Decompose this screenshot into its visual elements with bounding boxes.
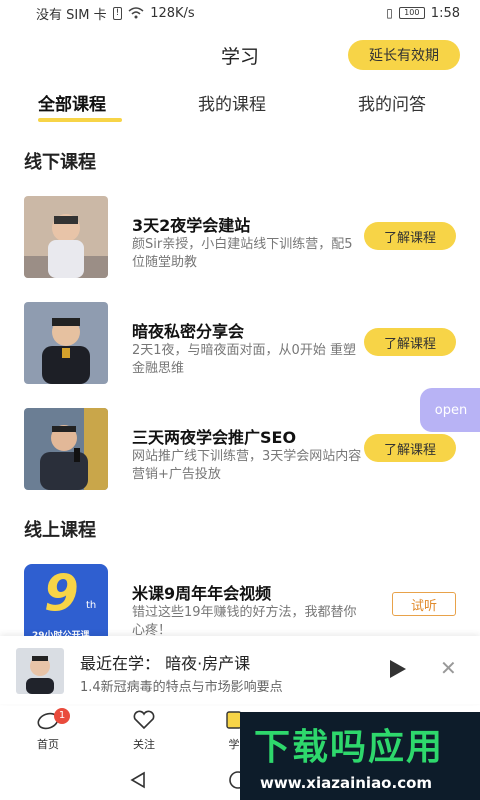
course-title: 米课9周年年会视频 (132, 584, 272, 603)
network-speed: 128K/s (150, 5, 195, 21)
thumb-superscript: th (86, 600, 97, 611)
trial-listen-button[interactable]: 试听 (392, 592, 456, 616)
nav-item-home[interactable]: 1 首页 (18, 708, 78, 752)
status-bar: 没有 SIM 卡 ! 128K/s ▯ 100 1:58 (0, 0, 480, 26)
heart-icon (133, 710, 155, 730)
course-title: 暗夜私密分享会 (132, 322, 245, 341)
learning-page: { "status_bar": { "carrier": "没有 SIM 卡",… (0, 0, 480, 800)
learn-more-button[interactable]: 了解课程 (364, 434, 456, 462)
carrier-label: 没有 SIM 卡 (36, 7, 107, 23)
course-thumbnail: 9 th 29小时公开课 (24, 564, 108, 646)
course-item[interactable]: 3天2夜学会建站 颜Sir亲授，小白建站线下训练营，配5位随堂助教 了解课程 (24, 196, 464, 280)
watermark-url: www.xiazainiao.com (260, 774, 433, 792)
back-icon[interactable] (128, 770, 148, 790)
course-title: 三天两夜学会推广SEO (132, 428, 297, 447)
course-thumbnail (24, 302, 108, 384)
header: 学习 延长有效期 (0, 36, 480, 76)
recent-course-title: 最近在学： 暗夜·房产课 (80, 654, 251, 673)
tab-active-indicator (38, 118, 122, 122)
open-button[interactable]: open (420, 388, 480, 432)
sim-icon: ! (112, 6, 123, 20)
course-description: 2天1夜，与暗夜面对面，从0开始 重塑金融思维 (132, 343, 356, 376)
course-thumbnail (24, 196, 108, 278)
course-thumbnail (24, 408, 108, 490)
play-icon[interactable] (390, 660, 406, 678)
tab-my-qa[interactable]: 我的问答 (358, 90, 426, 115)
clock: 1:58 (430, 5, 460, 21)
course-item[interactable]: 暗夜私密分享会 2天1夜，与暗夜面对面，从0开始 重塑金融思维 了解课程 (24, 302, 464, 386)
wifi-icon (128, 7, 144, 19)
course-item[interactable]: 三天两夜学会推广SEO 网站推广线下训练营，3天学会网站内容营销+广告投放 了解… (24, 408, 464, 492)
battery-icon: 100 (398, 7, 425, 19)
learn-more-button[interactable]: 了解课程 (364, 222, 456, 250)
watermark: 下载吗应用 www.xiazainiao.com (240, 712, 480, 800)
recent-learning-bar[interactable]: 最近在学： 暗夜·房产课 1.4新冠病毒的特点与市场影响要点 ✕ (0, 636, 480, 704)
course-title: 3天2夜学会建站 (132, 216, 251, 235)
vibrate-icon: ▯ (386, 6, 393, 20)
recent-lesson-title: 1.4新冠病毒的特点与市场影响要点 (80, 680, 283, 695)
nav-item-follow[interactable]: 关注 (114, 710, 174, 752)
tab-my-courses[interactable]: 我的课程 (198, 90, 266, 115)
tab-all-courses[interactable]: 全部课程 (38, 90, 106, 115)
course-description: 错过这些19年赚钱的好方法，我都替你心疼！ (132, 605, 357, 638)
recent-course-avatar (16, 648, 64, 694)
nav-label: 首页 (37, 738, 59, 751)
learn-more-button[interactable]: 了解课程 (364, 328, 456, 356)
course-description: 颜Sir亲授，小白建站线下训练营，配5位随堂助教 (132, 237, 353, 270)
close-icon[interactable]: ✕ (440, 656, 457, 680)
section-offline-title: 线下课程 (24, 152, 96, 173)
section-online-title: 线上课程 (24, 520, 96, 541)
course-description: 网站推广线下训练营，3天学会网站内容营销+广告投放 (132, 449, 362, 482)
tab-bar: 全部课程 我的课程 我的问答 (0, 90, 480, 126)
extend-validity-button[interactable]: 延长有效期 (348, 40, 460, 70)
nav-label: 关注 (133, 738, 155, 751)
watermark-logo: 下载吗应用 (254, 727, 445, 768)
notification-badge: 1 (54, 708, 70, 724)
thumb-number: 9 (44, 564, 79, 622)
